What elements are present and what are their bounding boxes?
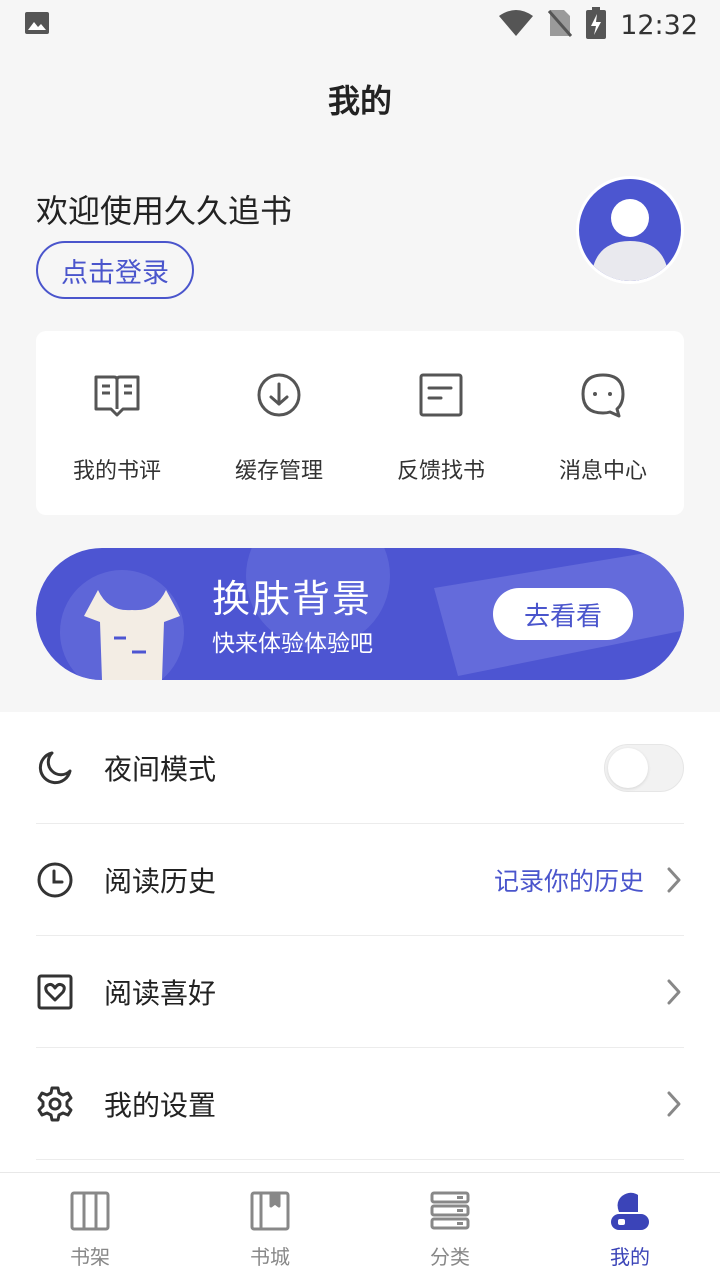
bookstore-icon [248,1189,292,1233]
settings-menu: 夜间模式 阅读历史 记录你的历史 阅读喜好 我的设置 [0,712,720,1172]
moon-icon [36,749,74,787]
feedback-icon [417,371,465,419]
shortcut-message-center[interactable]: 消息中心 [522,331,684,515]
heart-frame-icon [36,973,74,1011]
shortcut-cache-management[interactable]: 缓存管理 [198,331,360,515]
wifi-icon [498,9,534,41]
shortcut-label: 消息中心 [558,459,647,484]
book-review-icon [93,371,141,419]
toggle-knob [608,747,648,788]
nav-label: 书城 [250,1245,290,1269]
shortcut-label: 缓存管理 [234,459,323,484]
menu-label: 阅读历史 [104,864,217,898]
menu-item-night-mode: 夜间模式 [36,712,684,824]
gear-icon [36,1085,74,1123]
shortcut-feedback[interactable]: 反馈找书 [360,331,522,515]
nav-label: 书架 [70,1245,110,1269]
category-icon [428,1189,472,1233]
shortcut-label: 我的书评 [72,459,161,484]
menu-item-reading-preferences[interactable]: 阅读喜好 [36,936,684,1048]
chevron-right-icon [664,865,684,895]
user-silhouette-icon [591,199,669,281]
menu-label: 阅读喜好 [104,976,217,1010]
history-value: 记录你的历史 [493,866,644,896]
shortcuts-card: 我的书评 缓存管理 反馈找书 消息中心 [36,331,684,515]
nav-category[interactable]: 分类 [360,1173,540,1280]
battery-charging-icon [586,7,607,43]
shortcut-book-review[interactable]: 我的书评 [36,331,198,515]
chevron-right-icon [664,1089,684,1119]
theme-banner[interactable]: 换肤背景 快来体验体验吧 去看看 [36,548,684,680]
nav-bookshelf[interactable]: 书架 [0,1173,180,1280]
download-icon [255,371,303,419]
nav-label: 分类 [430,1245,470,1269]
banner-subtitle: 快来体验体验吧 [212,631,373,657]
banner-go-button[interactable]: 去看看 [493,588,633,640]
tshirt-icon [84,590,180,680]
avatar[interactable] [576,176,684,284]
bookshelf-icon [68,1189,112,1233]
welcome-text: 欢迎使用久久追书 [36,192,293,230]
status-time: 12:32 [620,9,698,41]
login-button[interactable]: 点击登录 [36,241,194,299]
gallery-notification-icon [24,11,50,39]
menu-label: 夜间模式 [104,752,217,786]
bottom-navigation: 书架 书城 分类 我的 [0,1172,720,1280]
profile-icon [608,1189,652,1233]
banner-title: 换肤背景 [212,577,373,621]
shortcut-label: 反馈找书 [396,459,485,484]
page-title: 我的 [327,82,392,120]
message-icon [579,371,627,419]
night-mode-toggle[interactable] [604,743,684,792]
no-sim-icon [548,8,573,42]
menu-item-my-settings[interactable]: 我的设置 [36,1048,684,1160]
nav-bookstore[interactable]: 书城 [180,1173,360,1280]
nav-label: 我的 [610,1245,650,1269]
menu-item-reading-history[interactable]: 阅读历史 记录你的历史 [36,824,684,936]
menu-label: 我的设置 [104,1088,217,1122]
status-bar: 12:32 [0,0,720,50]
nav-profile[interactable]: 我的 [540,1173,720,1280]
clock-icon [36,861,74,899]
chevron-right-icon [664,977,684,1007]
